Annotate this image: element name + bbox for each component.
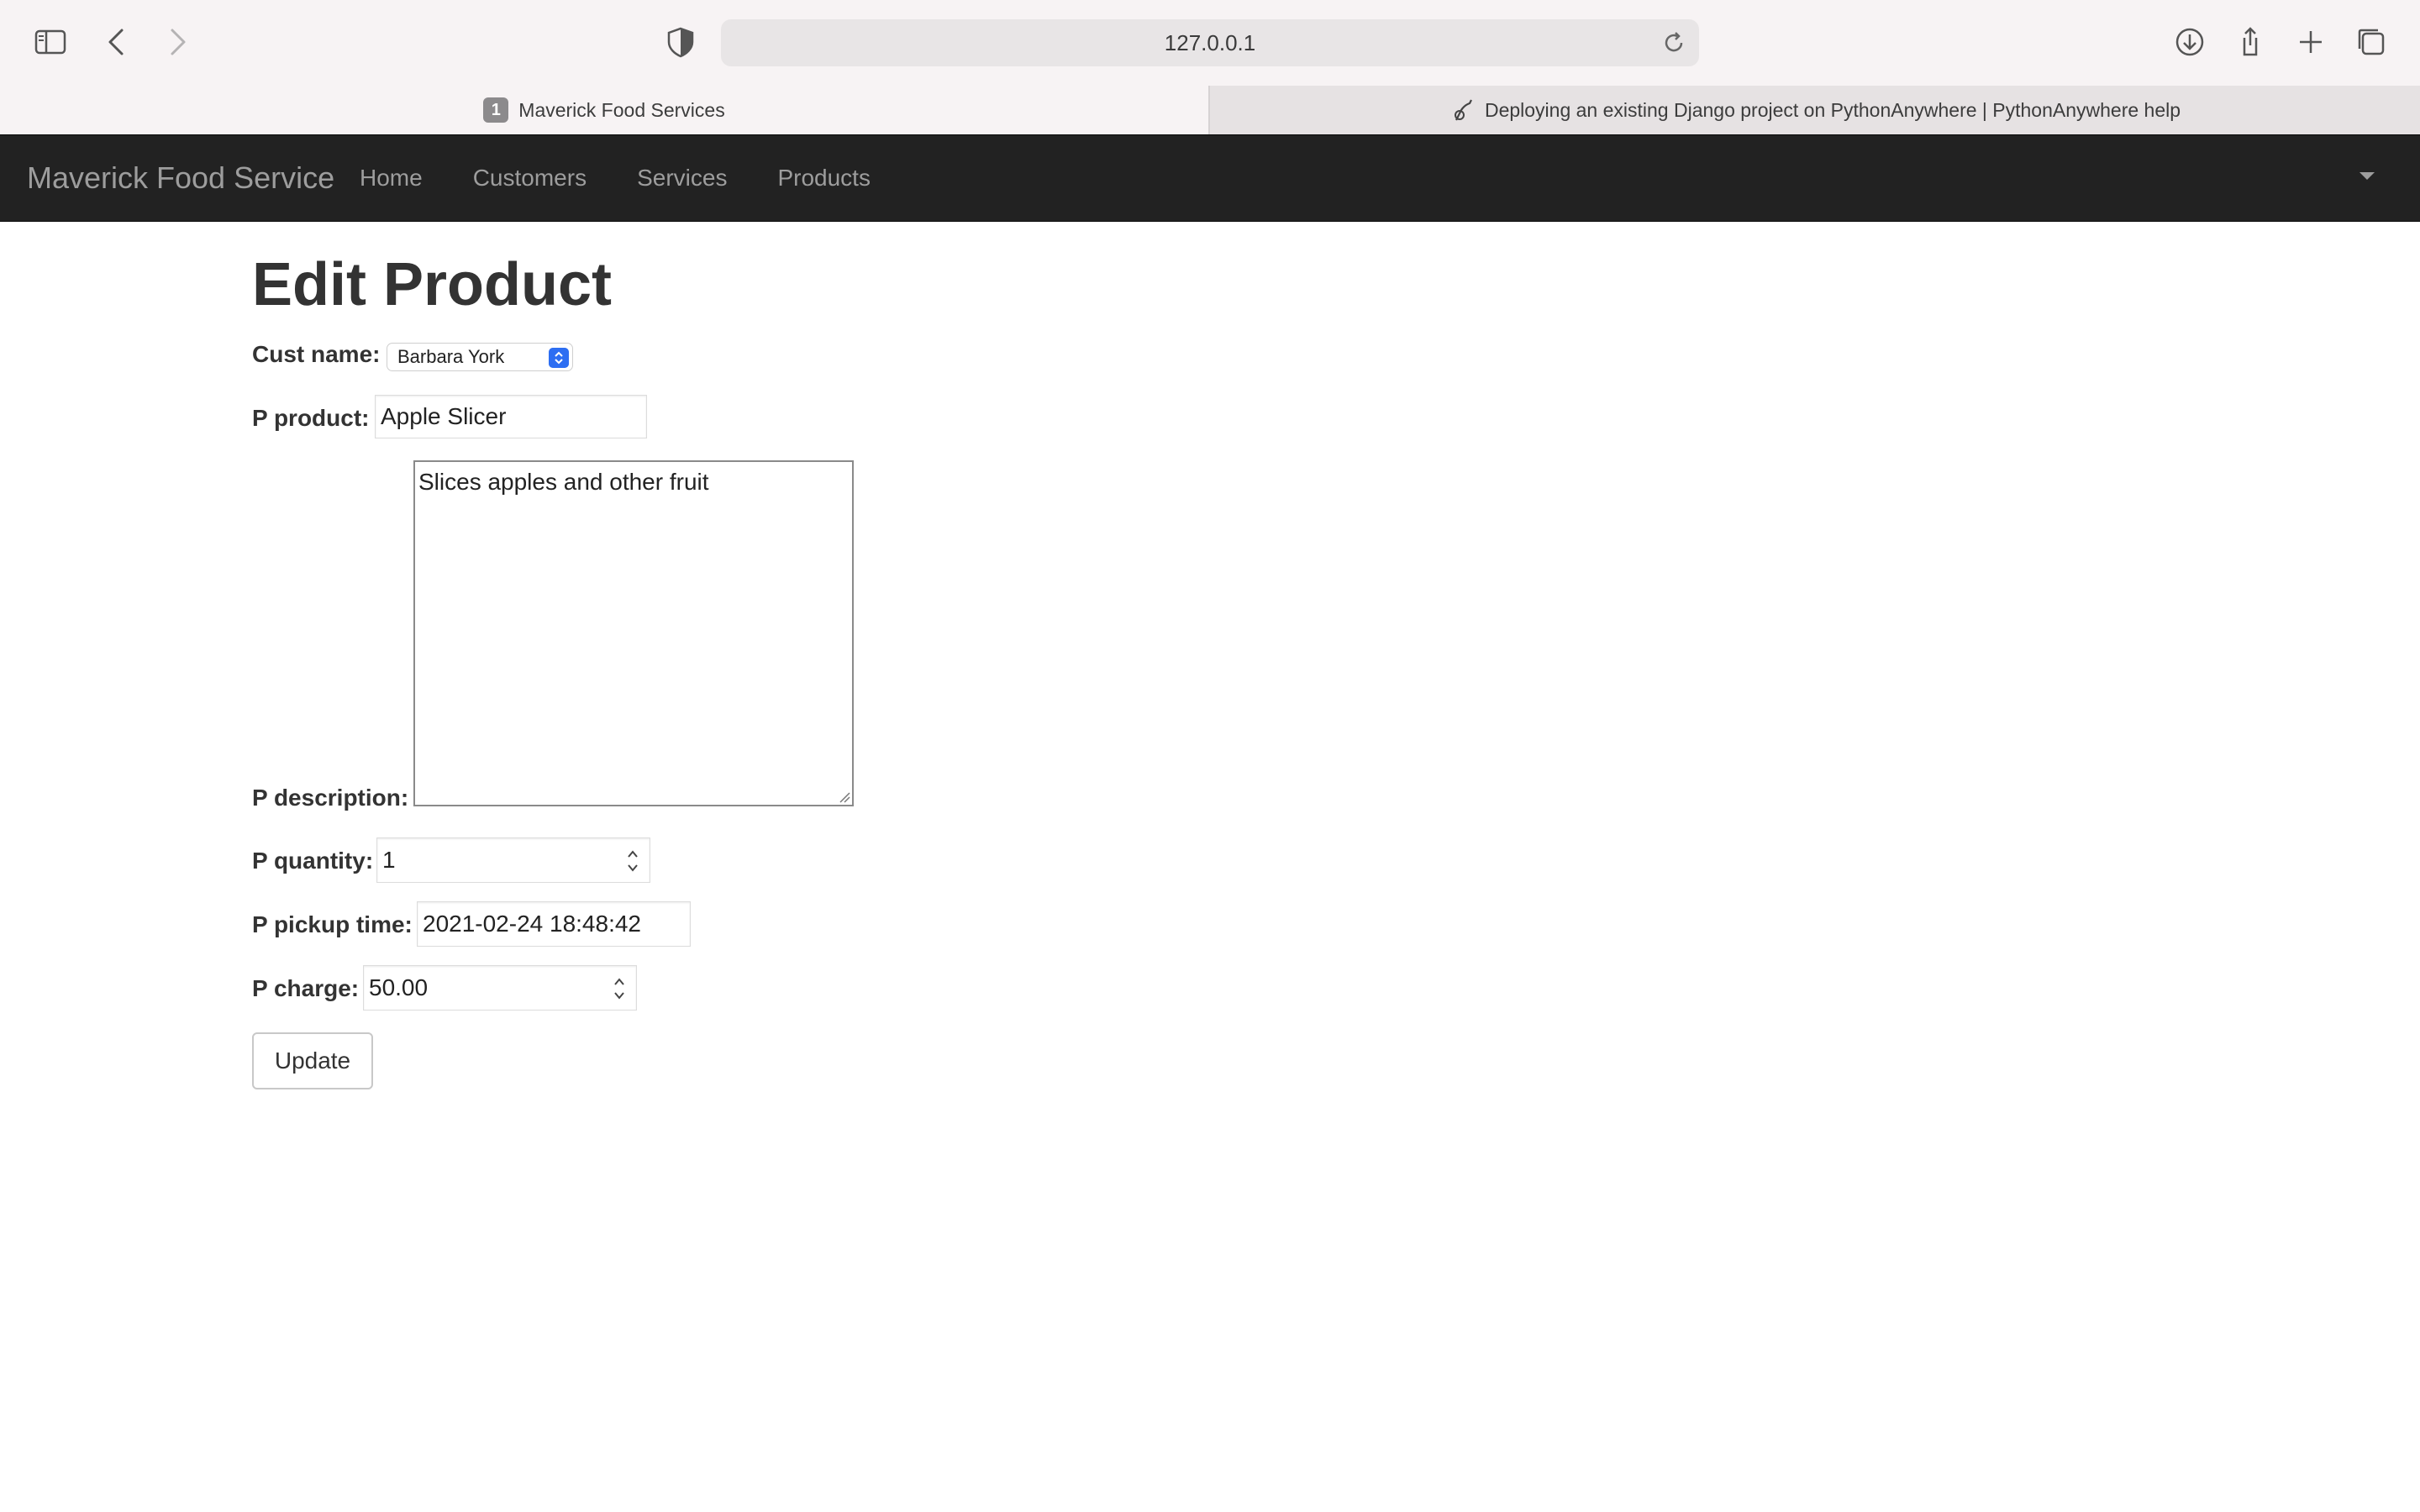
p-product-label: P product: [252, 405, 370, 431]
p-charge-input[interactable]: 50.00 [363, 965, 637, 1011]
browser-toolbar: 127.0.0.1 [0, 0, 2420, 86]
p-charge-value: 50.00 [369, 974, 429, 1000]
p-quantity-value: 1 [382, 847, 396, 873]
new-tab-icon[interactable] [2286, 17, 2336, 67]
forward-icon[interactable] [151, 17, 202, 67]
privacy-shield-icon[interactable] [655, 17, 706, 67]
page-title: Edit Product [252, 251, 612, 318]
dropdown-caret-icon[interactable] [2360, 172, 2375, 180]
tab-bar: 1 Maverick Food Services Deploying an ex… [0, 86, 2420, 134]
p-charge-label: P charge: [252, 975, 360, 1001]
p-product-value: Apple Slicer [381, 403, 507, 429]
url-text: 127.0.0.1 [1164, 29, 1256, 55]
select-arrows-icon [549, 348, 569, 368]
p-pickup-time-input[interactable]: 2021-02-24 18:48:42 [417, 901, 691, 947]
p-pickup-time-label: P pickup time: [252, 911, 413, 937]
p-description-value: Slices apples and other fruit [418, 469, 709, 495]
cust-name-selected: Barbara York [397, 346, 505, 367]
tab-maverick-food-services[interactable]: 1 Maverick Food Services [0, 86, 1208, 134]
p-description-label: P description: [252, 785, 409, 811]
back-icon[interactable] [92, 17, 143, 67]
address-bar[interactable]: 127.0.0.1 [721, 19, 1699, 66]
site-navbar: Maverick Food Service Home Customers Ser… [0, 134, 2420, 222]
tab-number-badge: 1 [483, 97, 509, 123]
nav-link-customers[interactable]: Customers [473, 165, 587, 192]
stepper-arrows-icon[interactable] [624, 847, 641, 875]
navbar-links: Home Customers Services Products [360, 135, 921, 221]
p-description-textarea[interactable]: Slices apples and other fruit [413, 460, 854, 806]
resize-grip-icon[interactable] [837, 790, 850, 803]
nav-link-services[interactable]: Services [637, 165, 727, 192]
tab-title: Deploying an existing Django project on … [1484, 98, 2181, 121]
p-quantity-label: P quantity: [252, 848, 374, 874]
cust-name-label: Cust name: [252, 341, 381, 367]
stepper-arrows-icon[interactable] [611, 974, 628, 1003]
sidebar-icon[interactable] [25, 17, 76, 67]
update-button[interactable]: Update [252, 1032, 373, 1089]
cust-name-select[interactable]: Barbara York [387, 343, 573, 371]
pythonanywhere-favicon-icon [1454, 99, 1472, 121]
share-icon[interactable] [2225, 17, 2275, 67]
navbar-brand[interactable]: Maverick Food Service [27, 135, 334, 221]
nav-link-products[interactable]: Products [777, 165, 871, 192]
tab-title: Maverick Food Services [518, 98, 725, 121]
p-pickup-time-value: 2021-02-24 18:48:42 [423, 911, 641, 937]
tab-overview-icon[interactable] [2346, 17, 2396, 67]
p-quantity-input[interactable]: 1 [376, 837, 650, 883]
p-product-input[interactable]: Apple Slicer [375, 395, 647, 438]
tab-pythonanywhere-help[interactable]: Deploying an existing Django project on … [1208, 86, 2420, 134]
download-icon[interactable] [2165, 17, 2215, 67]
nav-link-home[interactable]: Home [360, 165, 423, 192]
reload-icon[interactable] [1660, 29, 1687, 56]
